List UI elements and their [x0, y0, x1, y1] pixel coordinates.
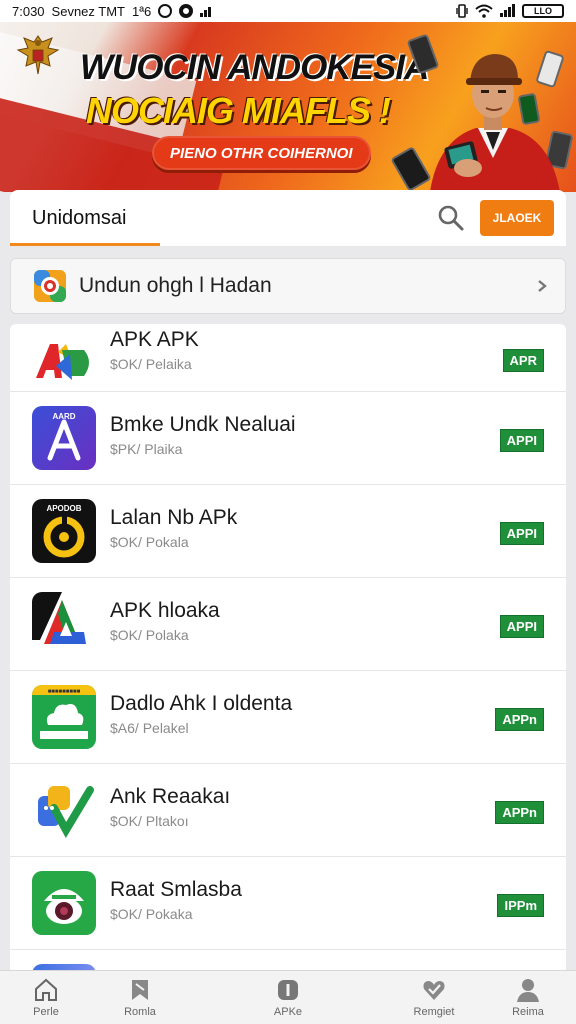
notification-dot-icon — [179, 4, 194, 18]
app-meta: $OK/ Pokaka — [110, 906, 193, 922]
nav-item-bookmark[interactable]: Romla — [100, 977, 180, 1018]
nav-label: Reima — [512, 1006, 544, 1018]
nav-item-home[interactable]: Perle — [6, 977, 86, 1018]
status-extra: 1ª6 — [132, 3, 152, 19]
wifi-icon — [475, 4, 493, 18]
notification-q-icon — [158, 4, 173, 18]
banner-subtitle: NOCIAIG MIAFLS ! — [86, 90, 391, 131]
nav-item-apk[interactable]: APKe — [248, 977, 328, 1018]
app-meta: $PK/ Plaika — [110, 441, 183, 457]
check-tiles-icon — [32, 778, 96, 842]
app-name: Raat Smlasba — [110, 878, 242, 901]
nav-label: APKe — [273, 1006, 303, 1018]
app-name: APK APK — [110, 328, 199, 351]
search-input[interactable] — [32, 206, 436, 230]
app-name: Dadlo Ahk I oldenta — [110, 692, 293, 715]
promo-banner[interactable]: WUOCIN ANDOKESIA NOCIAIG MIAFLS ! PIENO … — [0, 22, 576, 192]
app-list-item[interactable]: Ank Reaakaı $OK/ Pltakoı APPn — [10, 764, 566, 857]
app-name: Lalan Nb APk — [110, 506, 238, 529]
app-list-item[interactable]: APK hloaka $OK/ Polaka APPI — [10, 578, 566, 671]
eye-icon — [32, 871, 96, 935]
search-bar: JLAOEK — [10, 190, 566, 246]
nav-item-remgiet[interactable]: Remgiet — [394, 977, 474, 1018]
status-right: LLO — [456, 4, 564, 18]
home-icon — [35, 978, 57, 1001]
small-signal-icon — [200, 5, 212, 17]
spokesperson-illustration — [430, 54, 560, 192]
svg-text:APODOB: APODOB — [46, 504, 81, 513]
ring-icon: APODOB — [32, 499, 96, 563]
app-name: APK hloaka — [110, 599, 220, 622]
chevron-right-icon — [538, 280, 547, 292]
ad-logo-icon — [36, 344, 89, 380]
app-list-item[interactable]: Raat Smlasba $OK/ Pokaka IPPm — [10, 857, 566, 950]
nav-label: Romla — [124, 1006, 156, 1018]
nav-label: Remgiet — [413, 1006, 455, 1018]
heart-check-icon — [423, 981, 445, 1000]
app-badge[interactable]: APPn — [495, 708, 544, 731]
app-list-item[interactable]: AARD Bmke Undk Nealuai $PK/ Plaika APPI — [10, 392, 566, 485]
cloud-icon: ■■■■■■■■■ — [32, 685, 96, 749]
banner-title: WUOCIN ANDOKESIA — [80, 48, 429, 87]
garuda-emblem-icon — [16, 35, 60, 75]
battery-icon: LLO — [522, 4, 564, 18]
svg-text:■■■■■■■■■: ■■■■■■■■■ — [48, 689, 81, 695]
app-list: APK APK $OK/ Pelaika APR AARD Bmke Undk … — [10, 324, 566, 974]
category-row[interactable]: Undun ohgh l Hadan — [10, 258, 566, 314]
triangle-a-icon: AARD — [32, 406, 96, 470]
app-badge[interactable]: APR — [502, 349, 544, 372]
tricolor-a-icon — [32, 592, 96, 656]
app-list-item[interactable]: APK APK $OK/ Pelaika APR — [10, 324, 566, 392]
app-badge[interactable]: APPn — [495, 801, 544, 824]
app-name: Ank Reaakaı — [110, 785, 231, 808]
bookmark-icon — [132, 980, 148, 1000]
status-carrier: Sevnez TMT — [51, 3, 125, 19]
signal-icon — [500, 4, 515, 17]
person-icon — [517, 979, 539, 1002]
nav-item-profile[interactable]: Reima — [488, 977, 568, 1018]
status-bar: 7:030 Sevnez TMT 1ª6 LLO — [0, 0, 576, 22]
vibrate-icon — [456, 4, 468, 18]
status-left: 7:030 Sevnez TMT 1ª6 — [12, 3, 212, 19]
bottom-navigation: Perle Romla APKe Remgiet Reima — [0, 970, 576, 1024]
app-meta: $OK/ Polaka — [110, 627, 189, 643]
app-list-item[interactable]: ■■■■■■■■■ Dadlo Ahk I oldenta $A6/ Pelak… — [10, 671, 566, 764]
info-icon — [278, 980, 298, 1000]
status-time: 7:030 — [12, 3, 45, 19]
nav-label: Perle — [33, 1006, 59, 1018]
app-name: Bmke Undk Nealuai — [110, 413, 296, 436]
search-icon[interactable] — [436, 203, 466, 233]
app-meta: $OK/ Pelaika — [110, 356, 192, 372]
app-badge[interactable]: IPPm — [497, 894, 544, 917]
app-list-item[interactable]: APODOB Lalan Nb APk $OK/ Pokala APPI — [10, 485, 566, 578]
banner-cta-pill[interactable]: PIENO OTHR COIHERNOI — [152, 136, 371, 170]
app-badge[interactable]: APPI — [499, 522, 544, 545]
category-app-icon — [34, 270, 66, 302]
app-meta: $A6/ Pelakel — [110, 720, 189, 736]
app-badge[interactable]: APPI — [499, 429, 544, 452]
app-meta: $OK/ Pokala — [110, 534, 189, 550]
search-button[interactable]: JLAOEK — [480, 200, 554, 236]
app-meta: $OK/ Pltakoı — [110, 813, 189, 829]
app-badge[interactable]: APPI — [499, 615, 544, 638]
category-label: Undun ohgh l Hadan — [79, 274, 272, 297]
search-underline — [10, 243, 160, 246]
